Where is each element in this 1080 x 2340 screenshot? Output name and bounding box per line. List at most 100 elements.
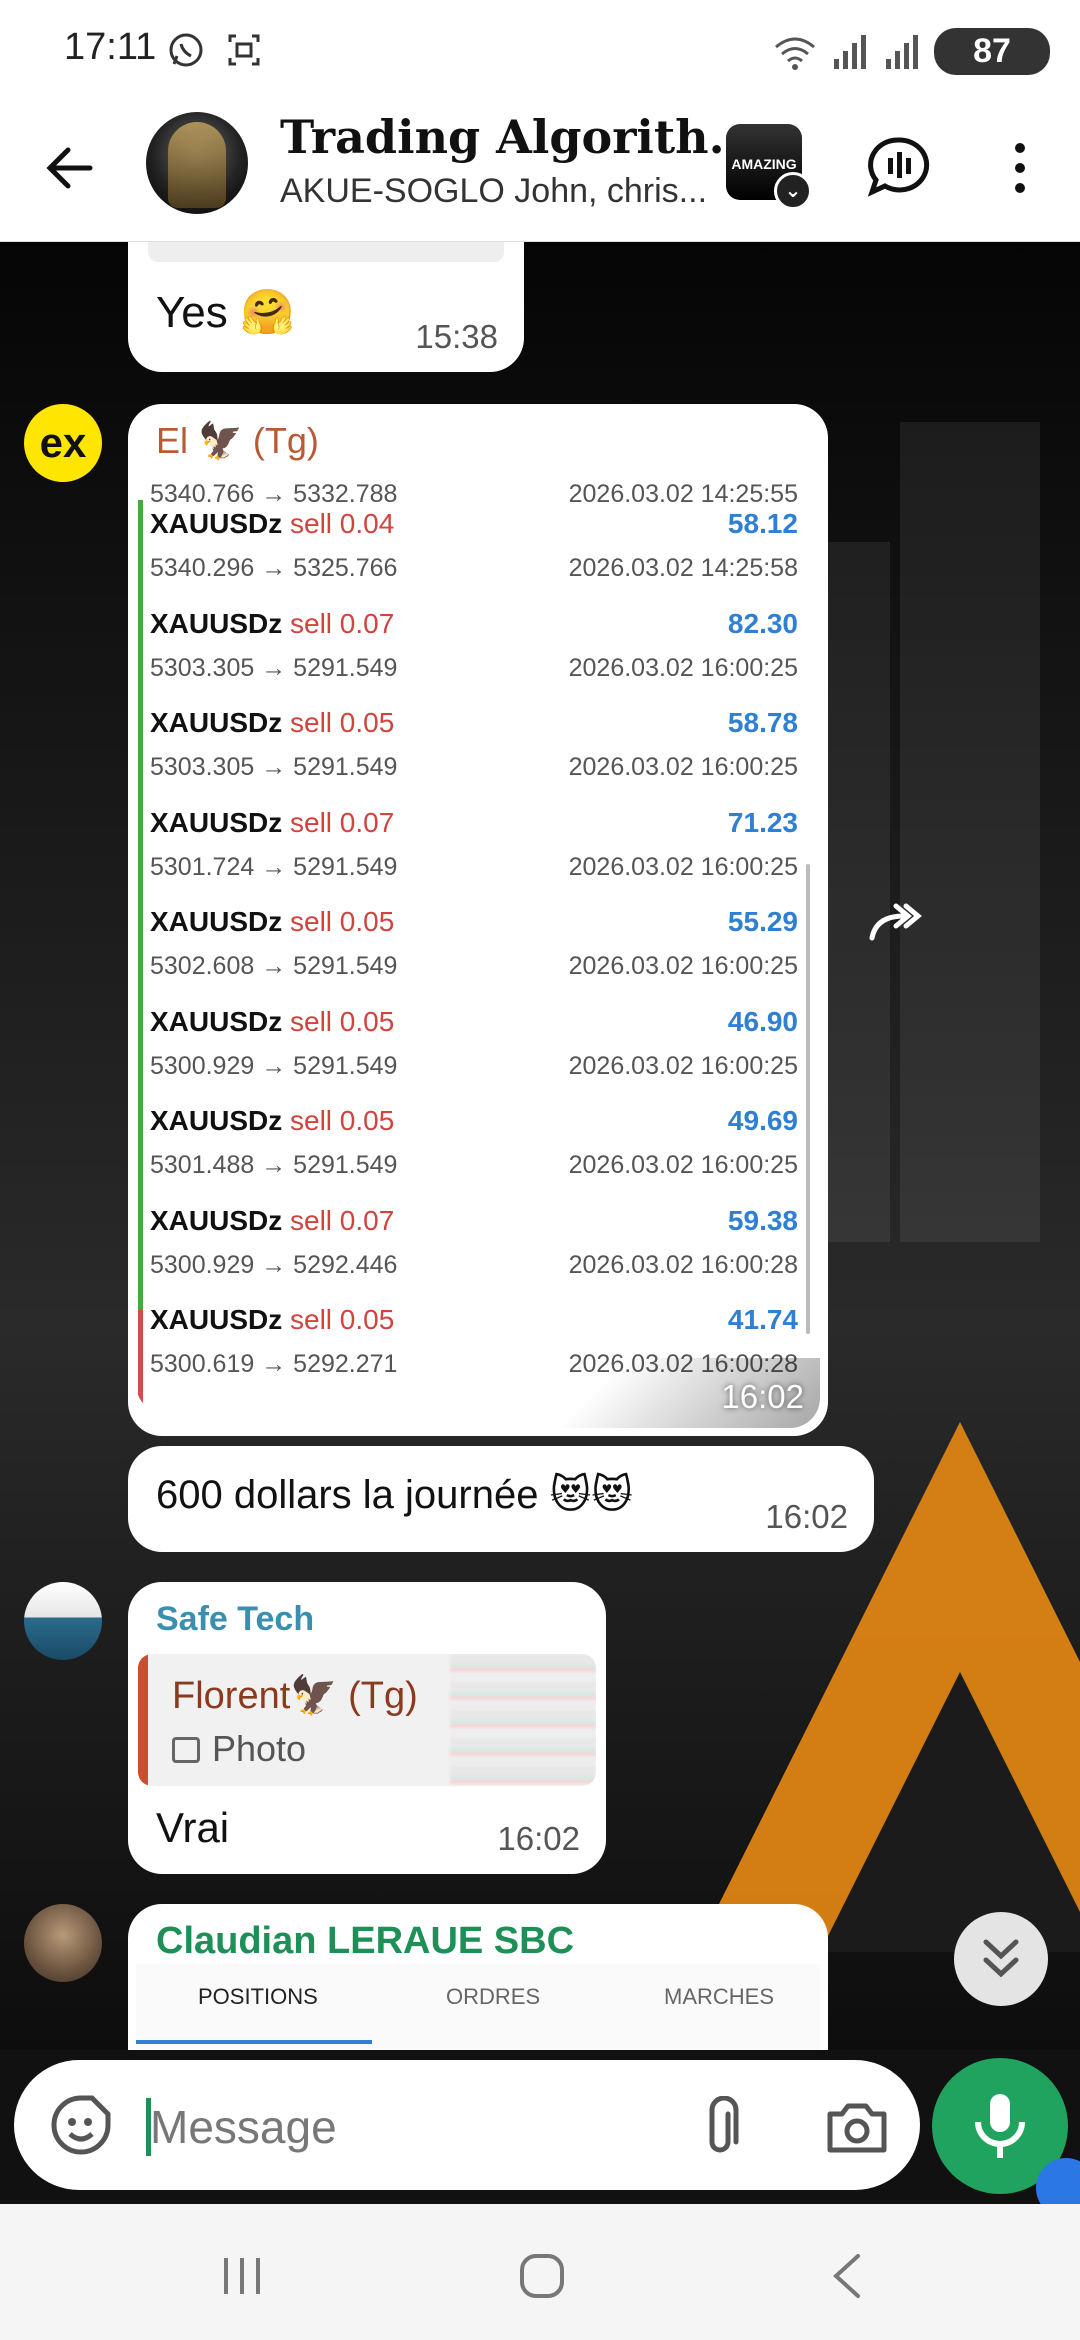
chat-title[interactable]: Trading Algorith... [280,110,757,164]
group-avatar[interactable] [146,112,248,214]
reply-preview[interactable]: Florent🦅 (Tg) Photo [138,1654,596,1786]
app-badge-label: AMAZING [731,156,797,172]
trade-symbol: XAUUSDz sell 0.07 [150,807,395,838]
message-bubble[interactable]: 600 dollars la journée 😻😻 16:02 [128,1446,874,1552]
back-icon[interactable] [818,2246,878,2306]
trade-profit: 58.78 [727,707,798,738]
tab-marches: MARCHES [664,1984,775,2009]
scroll-to-bottom-button[interactable] [954,1912,1048,2006]
trade-side: sell 0.05 [290,1105,395,1136]
message-composer [14,2060,920,2190]
screenshot-icon [228,34,260,66]
home-icon[interactable] [512,2246,572,2306]
trade-profit: 59.38 [727,1205,798,1236]
trade-symbol: XAUUSDz sell 0.04 [150,508,395,539]
trade-symbol: XAUUSDz sell 0.05 [150,1006,395,1037]
double-chevron-down-icon [983,1939,1019,1978]
image-preview [148,242,504,262]
trade-prices: 5300.929 → 5291.549 [150,1052,398,1080]
trade-prices: 5300.619 → 5292.271 [150,1350,398,1378]
message-time: 16:02 [721,1378,804,1415]
attachment-icon[interactable] [692,2096,748,2162]
app-badge[interactable]: AMAZING ⌄ [726,124,812,210]
sender-avatar[interactable] [24,1904,102,1982]
trade-date: 2026.03.02 16:00:25 [568,952,798,980]
trade-symbol: XAUUSDz sell 0.07 [150,1205,395,1236]
tab-positions: POSITIONS [198,1984,318,2009]
tab-underline [136,2040,372,2044]
red-marker [138,1310,143,1410]
trade-side: sell 0.07 [290,608,395,639]
message-text: 600 dollars la journée 😻😻 [156,1473,633,1517]
trade-profit: 46.90 [727,1006,798,1037]
status-time: 17:11 [64,26,157,68]
trade-prices: 5340.296 → 5325.766 [150,554,398,582]
sticker-icon[interactable] [48,2092,114,2158]
tab-ordres: ORDRES [446,1984,541,2009]
camera-icon[interactable] [824,2100,890,2156]
whatsapp-icon [169,33,203,67]
signal-icon [834,34,866,69]
chat-header: Trading Algorith... AKUE-SOGLO John, chr… [0,100,1080,242]
photo-icon [172,1737,200,1763]
message-bubble[interactable]: Safe Tech Florent🦅 (Tg) Photo Vrai 16:02 [128,1582,606,1874]
trade-date: 2026.03.02 16:00:25 [568,1052,798,1080]
trade-profit: 58.12 [727,508,798,539]
chevron-down-icon: ⌄ [774,172,812,210]
sender-name[interactable]: El 🦅 (Tg) [156,420,319,462]
sender-avatar[interactable]: ex [24,404,102,482]
green-marker [138,500,143,1310]
trade-symbol: XAUUSDz sell 0.05 [150,906,395,937]
composer [0,2050,1080,2204]
chat-participants[interactable]: AKUE-SOGLO John, chris... [280,172,707,211]
trade-row: XAUUSDz sell 0.05 5302.608 → 5291.549 55… [150,906,810,1006]
signal-icon [886,34,918,69]
message-text: Vrai [156,1804,230,1851]
trade-row: XAUUSDz sell 0.07 5303.305 → 5291.549 82… [150,608,810,708]
forward-icon[interactable] [866,900,926,944]
trade-side: sell 0.05 [290,707,395,738]
sender-avatar[interactable] [24,1582,102,1660]
trade-symbol: XAUUSDz sell 0.05 [150,1304,395,1335]
message-input[interactable] [150,2092,670,2162]
trade-prices: 5340.766 → 5332.788 [150,480,398,508]
sender-name[interactable]: Safe Tech [156,1600,314,1639]
trade-side: sell 0.05 [290,1304,395,1335]
trade-side: sell 0.07 [290,1205,395,1236]
message-text: Yes 🤗 [156,288,295,337]
voice-chat-icon[interactable] [866,134,932,200]
trade-symbol: XAUUSDz sell 0.05 [150,707,395,738]
trade-date: 2026.03.02 16:00:25 [568,753,798,781]
trade-side: sell 0.05 [290,906,395,937]
trade-date: 2026.03.02 16:00:25 [568,654,798,682]
message-bubble[interactable]: Yes 🤗 15:38 [128,242,524,372]
trade-row: XAUUSDz sell 0.04 5340.296 → 5325.766 58… [150,508,810,608]
message-time: 16:02 [765,1498,848,1535]
battery-indicator: 87 [934,28,1050,75]
trade-row: XAUUSDz sell 0.07 5301.724 → 5291.549 71… [150,807,810,907]
app-screenshot-tabs: POSITIONS ORDRES MARCHES [136,1964,820,2050]
trade-row: XAUUSDz sell 0.05 5301.488 → 5291.549 49… [150,1105,810,1205]
trade-side: sell 0.04 [290,508,395,539]
message-time: 16:02 [497,1820,580,1857]
message-bubble[interactable]: El 🦅 (Tg) 5340.766 → 5332.788 2026.03.02… [128,404,828,1436]
reply-type: Photo [172,1728,306,1770]
status-bar: 17:11 87 [0,0,1080,100]
trade-profit: 41.74 [727,1304,798,1335]
back-arrow-icon[interactable] [40,138,100,198]
trade-profit: 55.29 [727,906,798,937]
sender-name[interactable]: Claudian LERAUE SBC [156,1920,574,1963]
trade-profit: 82.30 [727,608,798,639]
system-navigation-bar [0,2204,1080,2340]
trade-history-image[interactable]: 5340.766 → 5332.788 2026.03.02 14:25:55 … [136,474,820,1414]
more-options-icon[interactable] [1000,138,1040,198]
message-bubble[interactable]: Claudian LERAUE SBC POSITIONS ORDRES MAR… [128,1904,828,2050]
trade-date: 2026.03.02 14:25:55 [568,480,798,508]
recent-apps-icon[interactable] [212,2246,272,2306]
trade-prices: 5303.305 → 5291.549 [150,654,398,682]
trade-date: 2026.03.02 16:00:25 [568,853,798,881]
trade-symbol: XAUUSDz sell 0.07 [150,608,395,639]
reply-edge [138,1654,148,1786]
trade-side: sell 0.05 [290,1006,395,1037]
trade-date: 2026.03.02 16:00:28 [568,1251,798,1279]
